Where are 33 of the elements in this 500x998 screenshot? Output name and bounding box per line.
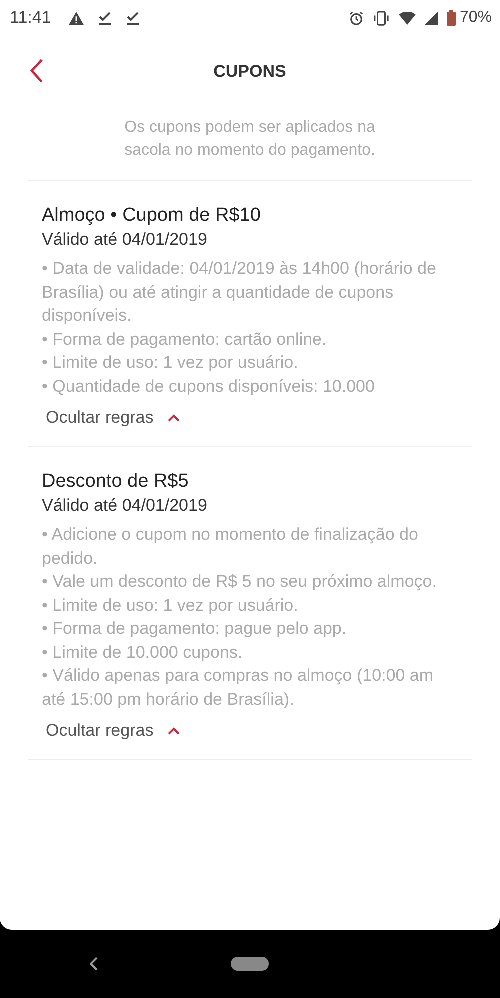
battery-percent: 70% (460, 9, 492, 27)
back-nav-icon[interactable] (90, 957, 98, 971)
intro-text: Os cupons podem ser aplicados na sacola no momento do pagamento. (124, 118, 376, 161)
rule-text: • Limite de uso: 1 vez por usuário. (42, 352, 300, 374)
rule-text: • Vale um desconto de R$ 5 no seu próximo almoço. (42, 571, 438, 593)
download-done-icon (98, 11, 112, 25)
coupon-validity: Válido até 04/01/2019 (42, 229, 208, 251)
rule-text: • Limite de uso: 1 vez por usuário. (42, 594, 300, 616)
rule-text: • Adicione o cupom no momento de finalização do pedido. (42, 524, 420, 570)
coupon-title: Desconto de R$5 (42, 470, 190, 494)
download-done-icon (126, 11, 140, 25)
coupon-validity: Válido até 04/01/2019 (42, 495, 208, 517)
rule-text: • Limite de 10.000 cupons. (42, 642, 244, 664)
page-title: CUPONS (214, 62, 286, 82)
vibrate-icon (372, 10, 390, 26)
wifi-icon (398, 12, 416, 24)
signal-icon (424, 12, 438, 24)
rules-toggle[interactable]: Ocultar regras (46, 408, 180, 428)
caret-up-icon (168, 727, 180, 735)
rule-text: • Quantidade de cupons disponíveis: 10.000 (42, 376, 376, 398)
rule-text: • Válido apenas para compras no almoço (10:00 am até 15:00 pm horário de Brasília). (42, 665, 435, 710)
rule-text: • Forma de pagamento: cartão online. (42, 328, 328, 350)
battery-icon (446, 10, 456, 26)
clock-time: 11:41 (10, 8, 52, 28)
caret-up-icon (168, 414, 180, 422)
back-button[interactable] (30, 58, 44, 84)
rule-text: • Data de validade: 04/01/2019 às 14h00 (horário de Brasília) ou até atingir a quantidade de cupons disponíveis. (42, 258, 438, 327)
warning-icon (69, 12, 84, 24)
coupon-title: Almoço • Cupom de R$10 (42, 204, 262, 228)
alarm-clock-icon (348, 10, 364, 26)
rule-text: • Forma de pagamento: pague pelo app. (42, 618, 348, 640)
rules-toggle[interactable]: Ocultar regras (46, 721, 180, 741)
home-pill[interactable] (231, 957, 269, 971)
